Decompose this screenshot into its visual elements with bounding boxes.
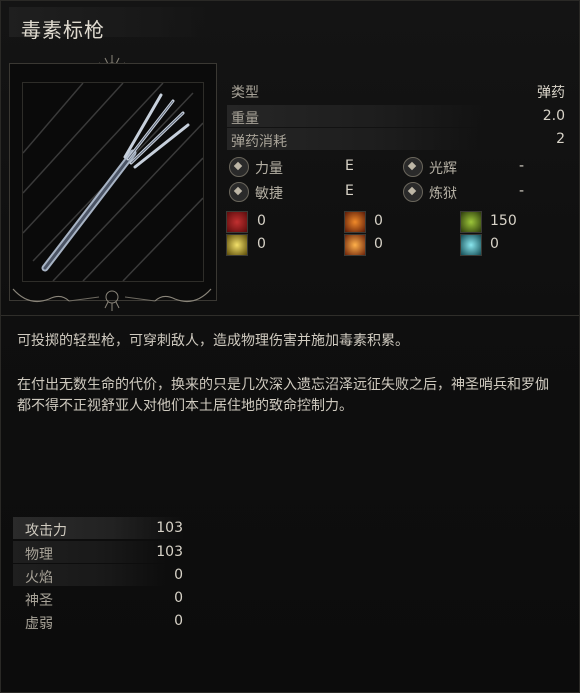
burn-value: 0: [374, 213, 383, 229]
requirement-dexterity: 敏捷 E: [229, 181, 369, 203]
dexterity-icon: [229, 182, 249, 202]
holy-icon: [226, 234, 248, 256]
weight-row: 重量 2.0: [227, 105, 569, 127]
javelin-icon: [23, 83, 203, 281]
ammo-cost-label: 弹药消耗: [231, 134, 287, 150]
attack-power-header: 攻击力 103: [13, 517, 193, 539]
bleed-value: 0: [257, 213, 266, 229]
fire-burst-icon: [344, 234, 366, 256]
section-divider: [1, 315, 579, 316]
attack-holy-row: 神圣 0: [25, 590, 183, 609]
poison-value: 150: [490, 213, 517, 229]
frost-icon: [460, 234, 482, 256]
ammo-cost-row: 弹药消耗 2: [227, 128, 569, 150]
weight-label: 重量: [231, 111, 259, 127]
holy-value: 0: [257, 236, 266, 252]
item-image-frame: [9, 63, 217, 301]
poison-icon: [460, 211, 482, 233]
burn-icon: [344, 211, 366, 233]
frame-bottom-ornament: [12, 288, 212, 311]
attack-fire-row: 火焰 0: [13, 564, 193, 586]
ammo-cost-value: 2: [556, 131, 565, 147]
strength-icon: [229, 157, 249, 177]
item-name: 毒素标枪: [21, 18, 105, 42]
type-value: 弹药: [537, 85, 565, 101]
title-bar: 毒素标枪: [9, 7, 214, 42]
attack-physical-row: 物理 103: [13, 541, 193, 563]
type-row: 类型 弹药: [227, 79, 569, 101]
requirement-strength: 力量 E: [229, 156, 369, 178]
type-label: 类型: [231, 85, 259, 101]
item-tooltip-panel: 毒素标枪 类型 弹药 重量 2.0 弹药消耗 2 力量 E 敏捷 E 光辉 - …: [0, 0, 580, 693]
description-line-2: 在付出无数生命的代价，换来的只是几次深入遗忘沼泽远征失败之后，神圣哨兵和罗伽都不…: [17, 377, 549, 414]
frost-value: 0: [490, 236, 499, 252]
requirement-radiance: 光辉 -: [403, 156, 543, 178]
description-line-1: 可投掷的轻型枪，可穿刺敌人，造成物理伤害并施加毒素积累。: [17, 333, 409, 349]
radiance-icon: [403, 157, 423, 177]
requirement-inferno: 炼狱 -: [403, 181, 543, 203]
bleed-icon: [226, 211, 248, 233]
fire-burst-value: 0: [374, 236, 383, 252]
item-image: [22, 82, 204, 282]
attack-weak-row: 虚弱 0: [25, 613, 183, 632]
weight-value: 2.0: [542, 108, 565, 124]
inferno-icon: [403, 182, 423, 202]
